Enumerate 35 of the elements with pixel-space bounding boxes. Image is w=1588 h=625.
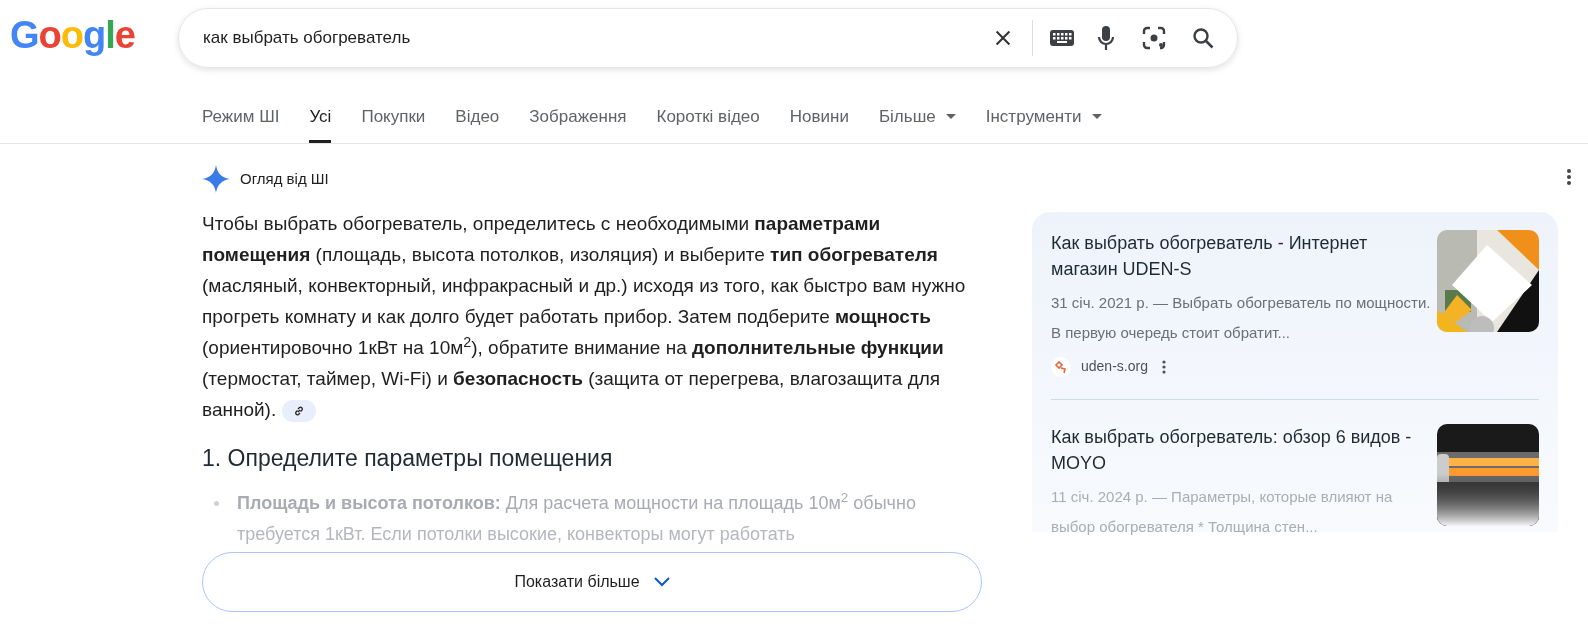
show-more-button[interactable]: Показати більше xyxy=(202,551,982,612)
more-options-icon[interactable] xyxy=(1161,359,1166,374)
section-label: Огляд від ШІ xyxy=(240,168,329,189)
sparkle-icon xyxy=(202,165,230,193)
tab[interactable]: Новини xyxy=(789,103,849,143)
bullet-text-line: Площадь и высота потолков: Для расчета мощности на площадь 10м$^{2}$ обычно xyxy=(237,488,916,515)
site-favicon-icon xyxy=(1051,356,1071,377)
tab[interactable]: Зображення xyxy=(529,103,627,143)
logo[interactable]: Google xyxy=(10,16,178,54)
caret-icon xyxy=(945,114,956,119)
tab[interactable]: Усі xyxy=(309,103,332,143)
tab[interactable]: Короткі відео xyxy=(656,103,760,143)
bullet xyxy=(214,500,219,506)
tab[interactable]: Відео xyxy=(455,103,500,143)
bullet-text-line: требуется 1кВт. Если потолки высокие, конвекторы могут работать xyxy=(237,522,796,546)
microphone-icon[interactable] xyxy=(1097,25,1115,51)
tab[interactable]: Покупки xyxy=(361,103,426,143)
search-icon[interactable] xyxy=(1191,26,1215,50)
menu-tab[interactable]: Інструменти xyxy=(985,103,1102,143)
more-options-icon[interactable] xyxy=(1566,168,1572,186)
result-title-link[interactable]: Как выбрать обогреватель - Интернет магазин UDEN-S xyxy=(1051,230,1431,282)
keyboard-icon[interactable] xyxy=(1049,29,1075,47)
chevron-down-icon xyxy=(653,576,670,587)
search-query[interactable]: как выбрать обогреватель xyxy=(203,25,992,51)
result-title-link[interactable]: Как выбрать обогреватель: обзор 6 видов - MOYO xyxy=(1051,424,1431,476)
summary-paragraph: Чтобы выбрать обогреватель, определитесь с необходимыми параметрами помещения (площадь, высота потолков, изоляция) и выберите тип обогревателя (масляный, конвекторный, инфракрасный и др.) исходя из того, как быстро вам нужно прогреть комнату и как долго будет работать прибор. Затем подберите мощность (ориентировочно 1кВт на 10м$^{2}$), обратите внимание на дополнительные функции (термостат, таймер, Wi-Fi) и безопасность (защита от перегрева, влагозащита для ванной). xyxy=(202,212,967,424)
link-icon[interactable] xyxy=(281,400,316,422)
section-heading: 1. Определите параметры помещения xyxy=(202,444,614,473)
site-name[interactable]: uden-s.org xyxy=(1081,356,1148,377)
menu-tab[interactable]: Більше xyxy=(878,103,956,143)
camera-icon[interactable] xyxy=(1141,25,1167,51)
result-snippet: 11 січ. 2024 р. — Параметры, которые влияют на выбор обогревателя * Толщина стен... xyxy=(1051,487,1394,537)
result-snippet: 31 січ. 2021 р. — Выбрать обогреватель по мощности. В первую очередь стоит обратит... xyxy=(1051,293,1431,343)
caret-icon xyxy=(1091,114,1102,119)
tab[interactable]: Режим ШІ xyxy=(202,103,280,143)
